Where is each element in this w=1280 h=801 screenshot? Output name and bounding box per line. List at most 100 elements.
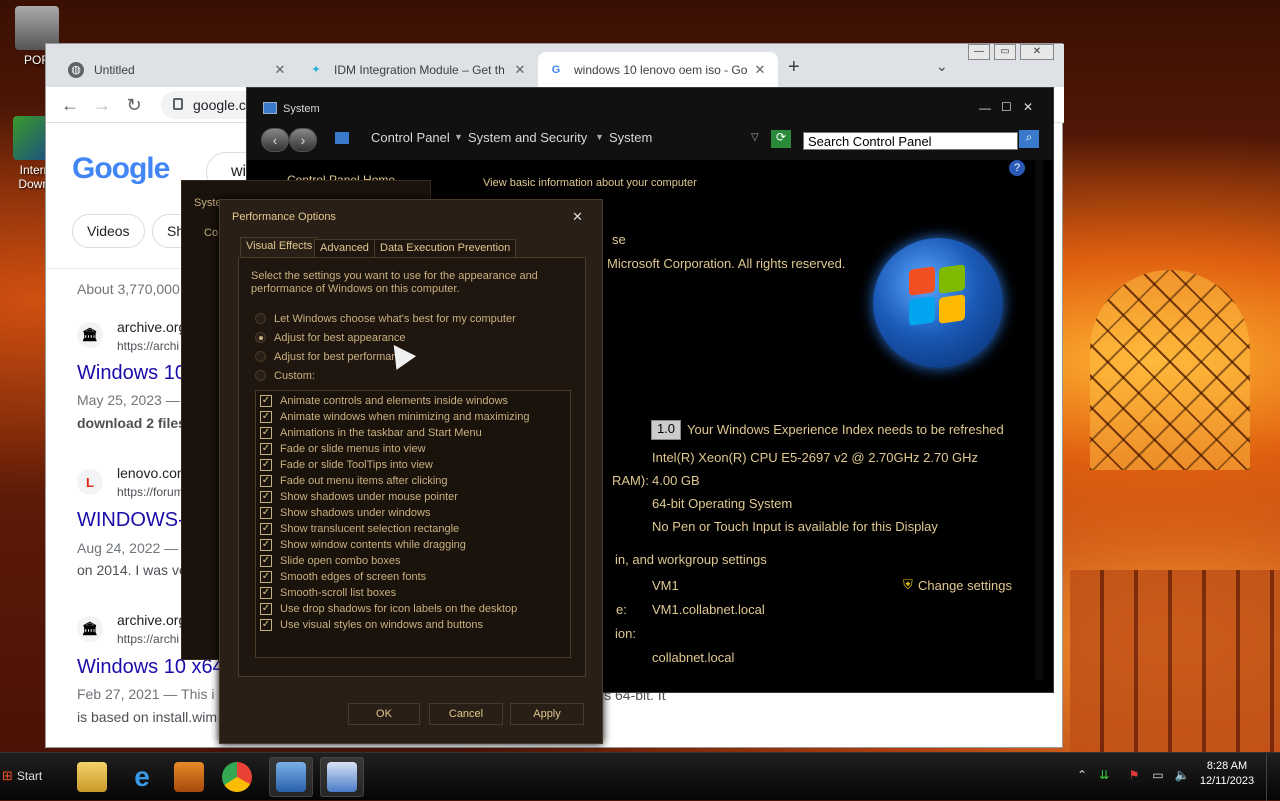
effect-checkbox-row[interactable]: ✓ Fade out menu items after clicking (260, 473, 570, 489)
effect-checkbox-row[interactable]: ✓ Smooth-scroll list boxes (260, 585, 570, 601)
close-button[interactable]: ✕ (1023, 100, 1033, 114)
taskbar-explorer[interactable] (70, 757, 114, 797)
volume-muted-icon[interactable]: 🔈 (1174, 768, 1190, 784)
effect-checkbox-row[interactable]: ✓ Show shadows under mouse pointer (260, 489, 570, 505)
checkbox[interactable]: ✓ (260, 523, 272, 535)
show-desktop-button[interactable] (1266, 753, 1280, 801)
apply-button[interactable]: Apply (510, 703, 584, 725)
tab-close-button[interactable]: ✕ (272, 62, 288, 78)
ok-button[interactable]: OK (348, 703, 420, 725)
taskbar-ie[interactable]: e (120, 757, 164, 797)
show-hidden-icons-button[interactable]: ⌃ (1074, 768, 1090, 784)
checkbox[interactable]: ✓ (260, 475, 272, 487)
breadcrumb-system-security[interactable]: System and Security (468, 130, 587, 145)
scrollbar[interactable] (1035, 160, 1043, 680)
checkbox[interactable]: ✓ (260, 491, 272, 503)
tab-google-search[interactable]: G windows 10 lenovo oem iso - Go ✕ (538, 52, 778, 87)
radio-custom[interactable]: Custom: (255, 366, 516, 385)
effect-checkbox-row[interactable]: ✓ Slide open combo boxes (260, 553, 570, 569)
search-control-panel-input[interactable]: Search Control Panel (803, 132, 1018, 150)
chrome-close-button[interactable]: ✕ (1020, 44, 1054, 60)
result-title[interactable]: Windows 10 (77, 362, 186, 385)
tab-close-button[interactable]: ✕ (512, 62, 528, 78)
radio-let-windows-choose[interactable]: Let Windows choose what's best for my co… (255, 309, 516, 328)
taskbar-chrome[interactable] (215, 757, 259, 797)
effect-checkbox-row[interactable]: ✓ Show shadows under windows (260, 505, 570, 521)
tab-close-button[interactable]: ✕ (752, 62, 768, 78)
result-site[interactable]: lenovo.com (117, 465, 189, 481)
start-button[interactable]: ⊞ Start (2, 761, 62, 791)
forward-icon[interactable]: › (289, 128, 317, 152)
help-button[interactable]: ? (1009, 160, 1025, 176)
effect-checkbox-row[interactable]: ✓ Show window contents while dragging (260, 537, 570, 553)
breadcrumb-control-panel[interactable]: Control Panel (371, 130, 450, 145)
tab-computer-name[interactable]: Co (204, 227, 218, 239)
checkbox[interactable]: ✓ (260, 395, 272, 407)
checkbox[interactable]: ✓ (260, 603, 272, 615)
checkbox[interactable]: ✓ (260, 507, 272, 519)
maximize-button[interactable]: ☐ (1001, 100, 1012, 114)
result-url[interactable]: https://archi (117, 632, 179, 646)
back-button[interactable]: ← (60, 95, 80, 115)
close-icon[interactable]: ✕ (572, 209, 583, 225)
effect-checkbox-row[interactable]: ✓ Fade or slide ToolTips into view (260, 457, 570, 473)
change-settings-link[interactable]: Change settings (918, 578, 1012, 593)
checkbox[interactable]: ✓ (260, 443, 272, 455)
taskbar-media-player[interactable] (167, 757, 211, 797)
forward-button[interactable]: → (92, 95, 112, 115)
checkbox[interactable]: ✓ (260, 571, 272, 583)
checkbox[interactable]: ✓ (260, 555, 272, 567)
checkbox[interactable]: ✓ (260, 587, 272, 599)
checkbox[interactable]: ✓ (260, 539, 272, 551)
checkbox[interactable]: ✓ (260, 427, 272, 439)
radio-button[interactable] (255, 351, 266, 362)
result-title[interactable]: WINDOWS- (77, 509, 185, 532)
checkbox[interactable]: ✓ (260, 411, 272, 423)
checkbox[interactable]: ✓ (260, 459, 272, 471)
taskbar-system[interactable] (320, 757, 364, 797)
chrome-restore-button[interactable]: ▭ (994, 44, 1016, 60)
tab-visual-effects[interactable]: Visual Effects (240, 237, 319, 257)
radio-button[interactable] (255, 370, 266, 381)
wei-refresh-link[interactable]: Your Windows Experience Index needs to b… (687, 422, 1004, 437)
result-url[interactable]: https://archi (117, 339, 179, 353)
cancel-button[interactable]: Cancel (429, 703, 503, 725)
tab-untitled[interactable]: ◍ Untitled ✕ (58, 52, 298, 87)
chip-videos[interactable]: Videos (72, 214, 145, 248)
effect-checkbox-row[interactable]: ✓ Show translucent selection rectangle (260, 521, 570, 537)
effect-checkbox-row[interactable]: ✓ Fade or slide menus into view (260, 441, 570, 457)
action-center-icon[interactable]: ⚑ (1126, 768, 1142, 784)
reload-button[interactable]: ↻ (124, 95, 144, 115)
checkbox[interactable]: ✓ (260, 619, 272, 631)
result-url[interactable]: https://forum (117, 485, 184, 499)
clock[interactable]: 8:28 AM 12/11/2023 (1192, 759, 1262, 789)
tab-search-button[interactable]: ⌄ (936, 58, 948, 75)
effect-checkbox-row[interactable]: ✓ Smooth edges of screen fonts (260, 569, 570, 585)
result-site[interactable]: archive.org (117, 612, 186, 628)
effect-checkbox-row[interactable]: ✓ Use visual styles on windows and button… (260, 617, 570, 633)
radio-button[interactable] (255, 332, 266, 343)
tab-data-execution-prevention[interactable]: Data Execution Prevention (374, 239, 517, 257)
radio-best-appearance[interactable]: Adjust for best appearance (255, 328, 516, 347)
search-icon[interactable]: ⌕ (1019, 130, 1039, 148)
new-tab-button[interactable]: + (788, 56, 800, 79)
tab-idm[interactable]: ✦ IDM Integration Module – Get th ✕ (298, 52, 538, 87)
chevron-down-icon[interactable]: ▽ (751, 132, 759, 143)
download-manager-tray-icon[interactable]: ⇊ (1096, 768, 1112, 784)
chrome-minimize-button[interactable]: — (968, 44, 990, 60)
tab-advanced[interactable]: Advanced (314, 239, 375, 257)
minimize-button[interactable]: — (979, 101, 991, 115)
network-icon[interactable]: ▭ (1150, 768, 1166, 784)
radio-button[interactable] (255, 313, 266, 324)
back-icon[interactable]: ‹ (261, 128, 289, 152)
effect-checkbox-row[interactable]: ✓ Animate controls and elements inside wi… (260, 393, 570, 409)
breadcrumb-system[interactable]: System (609, 130, 652, 145)
taskbar-control-panel[interactable] (269, 757, 313, 797)
google-logo[interactable]: Google (72, 152, 170, 186)
effect-checkbox-row[interactable]: ✓ Animations in the taskbar and Start Men… (260, 425, 570, 441)
effects-checkbox-list[interactable]: ✓ Animate controls and elements inside wi… (255, 390, 571, 658)
result-site[interactable]: archive.org (117, 319, 186, 335)
refresh-icon[interactable]: ⟳ (771, 130, 791, 148)
effect-checkbox-row[interactable]: ✓ Use drop shadows for icon labels on the… (260, 601, 570, 617)
effect-checkbox-row[interactable]: ✓ Animate windows when minimizing and max… (260, 409, 570, 425)
